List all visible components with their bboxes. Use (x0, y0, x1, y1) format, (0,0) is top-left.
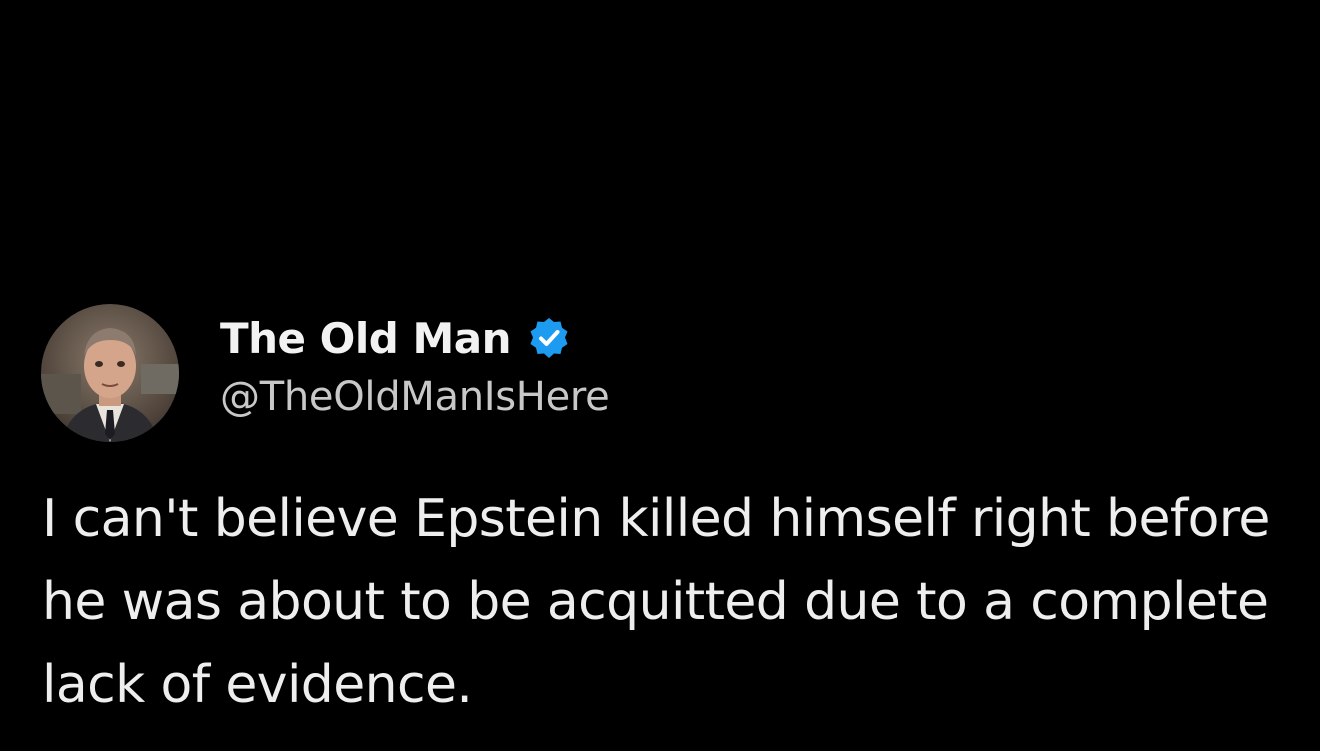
avatar-photo-icon (41, 304, 179, 442)
author-avatar[interactable] (41, 304, 179, 442)
author-info: The Old Man @TheOldManIsHere (220, 308, 610, 421)
author-name-row: The Old Man (220, 308, 609, 368)
tweet-text: I can't believe Epstein killed himself r… (42, 489, 1270, 715)
verified-badge-icon (527, 316, 571, 360)
page: The Old Man @TheOldManIsHere I can't bel… (0, 0, 1320, 751)
author-display-name[interactable]: The Old Man (220, 314, 511, 363)
tweet-card: The Old Man @TheOldManIsHere I can't bel… (0, 0, 1320, 751)
author-handle[interactable]: @TheOldManIsHere (220, 374, 610, 420)
